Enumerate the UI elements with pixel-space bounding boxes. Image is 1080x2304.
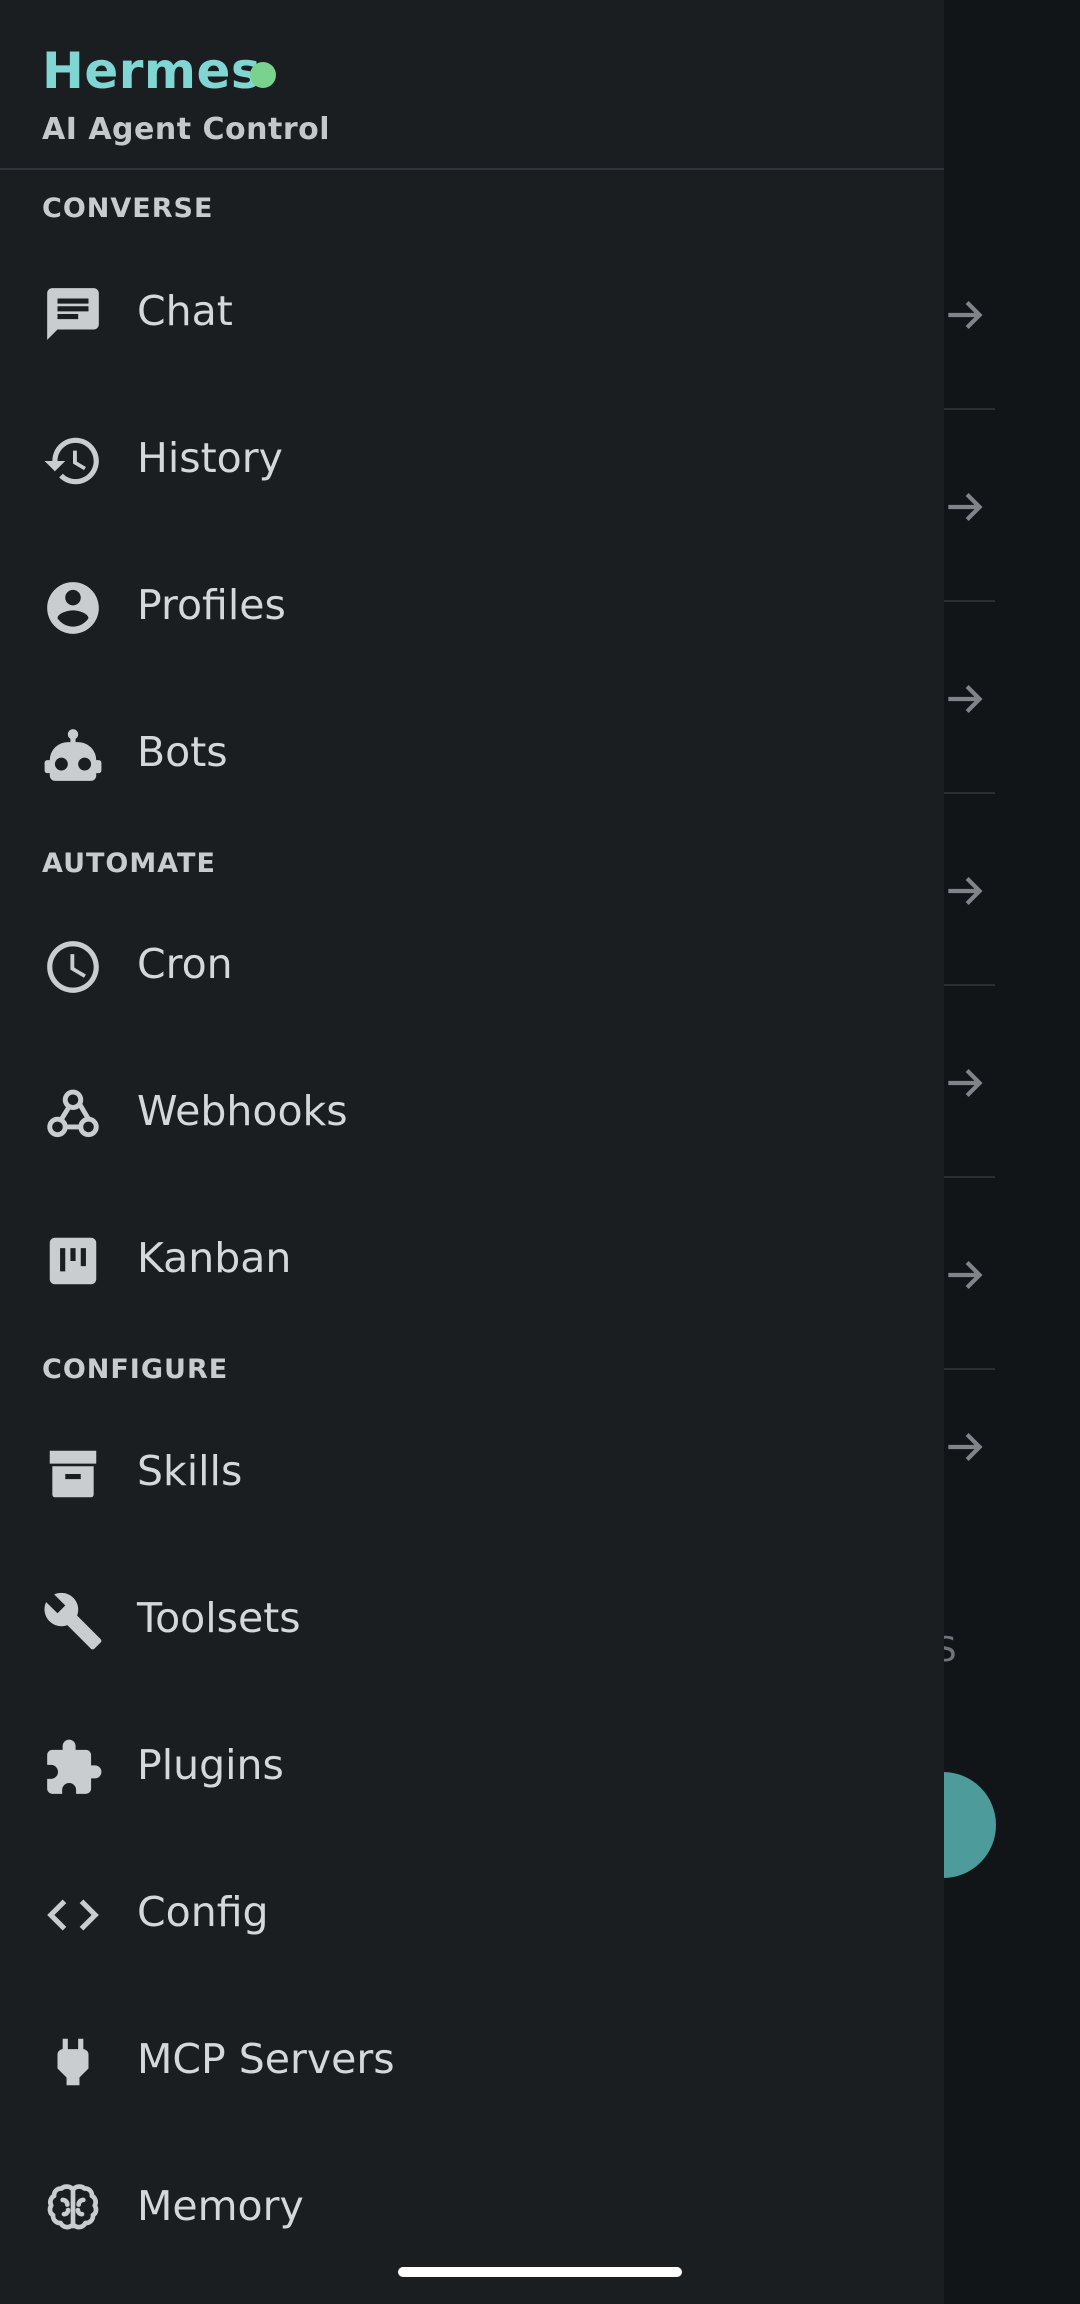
nav-item-history[interactable]: History bbox=[0, 384, 944, 531]
arrow-right-icon bbox=[940, 1422, 990, 1472]
nav-item-label: Toolsets bbox=[137, 1594, 301, 1642]
navigation-drawer: Hermes AI Agent Control CONVERSE Chat Hi… bbox=[0, 0, 944, 2304]
archive-box-icon bbox=[42, 1443, 104, 1505]
nav-item-toolsets[interactable]: Toolsets bbox=[0, 1544, 944, 1691]
arrow-right-icon bbox=[940, 290, 990, 340]
chat-icon bbox=[42, 283, 104, 345]
arrow-right-icon bbox=[940, 1250, 990, 1300]
screen: S Hermes AI Agent Control CONVERSE Chat … bbox=[0, 0, 1080, 2304]
webhook-icon bbox=[42, 1083, 104, 1145]
nav-item-label: Kanban bbox=[137, 1234, 292, 1282]
nav-item-mcp-servers[interactable]: MCP Servers bbox=[0, 1985, 944, 2132]
arrow-right-icon bbox=[940, 866, 990, 916]
account-circle-icon bbox=[42, 577, 104, 639]
section-label-configure: CONFIGURE bbox=[42, 1354, 229, 1385]
clock-icon bbox=[42, 936, 104, 998]
code-brackets-icon bbox=[42, 1884, 104, 1946]
nav-item-cron[interactable]: Cron bbox=[0, 890, 944, 1037]
kanban-board-icon bbox=[42, 1230, 104, 1292]
nav-item-bots[interactable]: Bots bbox=[0, 678, 944, 825]
wrench-icon bbox=[42, 1590, 104, 1652]
drawer-header: Hermes AI Agent Control bbox=[0, 0, 944, 170]
nav-item-chat[interactable]: Chat bbox=[0, 237, 944, 384]
robot-icon bbox=[42, 724, 104, 786]
nav-item-kanban[interactable]: Kanban bbox=[0, 1184, 944, 1331]
history-icon bbox=[42, 430, 104, 492]
nav-item-label: Webhooks bbox=[137, 1087, 348, 1135]
nav-item-memory[interactable]: Memory bbox=[0, 2132, 944, 2279]
nav-item-label: Bots bbox=[137, 728, 228, 776]
online-status-dot bbox=[250, 62, 276, 88]
nav-item-profiles[interactable]: Profiles bbox=[0, 531, 944, 678]
arrow-right-icon bbox=[940, 482, 990, 532]
power-plug-icon bbox=[42, 2031, 104, 2093]
brain-icon bbox=[42, 2178, 104, 2240]
nav-item-label: Profiles bbox=[137, 581, 286, 629]
nav-item-label: History bbox=[137, 434, 283, 482]
app-title: Hermes bbox=[42, 42, 262, 100]
nav-item-webhooks[interactable]: Webhooks bbox=[0, 1037, 944, 1184]
nav-item-label: Skills bbox=[137, 1447, 243, 1495]
app-subtitle: AI Agent Control bbox=[42, 112, 331, 147]
nav-item-plugins[interactable]: Plugins bbox=[0, 1691, 944, 1838]
nav-item-label: Memory bbox=[137, 2182, 304, 2230]
nav-item-label: Config bbox=[137, 1888, 269, 1936]
arrow-right-icon bbox=[940, 1058, 990, 1108]
arrow-right-icon bbox=[940, 674, 990, 724]
nav-item-label: MCP Servers bbox=[137, 2035, 395, 2083]
section-label-automate: AUTOMATE bbox=[42, 848, 216, 879]
home-gesture-bar[interactable] bbox=[398, 2267, 682, 2277]
nav-item-label: Cron bbox=[137, 940, 233, 988]
nav-item-config[interactable]: Config bbox=[0, 1838, 944, 1985]
puzzle-piece-icon bbox=[42, 1737, 104, 1799]
section-label-converse: CONVERSE bbox=[42, 193, 214, 224]
nav-item-label: Plugins bbox=[137, 1741, 284, 1789]
nav-item-skills[interactable]: Skills bbox=[0, 1397, 944, 1544]
nav-item-label: Chat bbox=[137, 287, 233, 335]
